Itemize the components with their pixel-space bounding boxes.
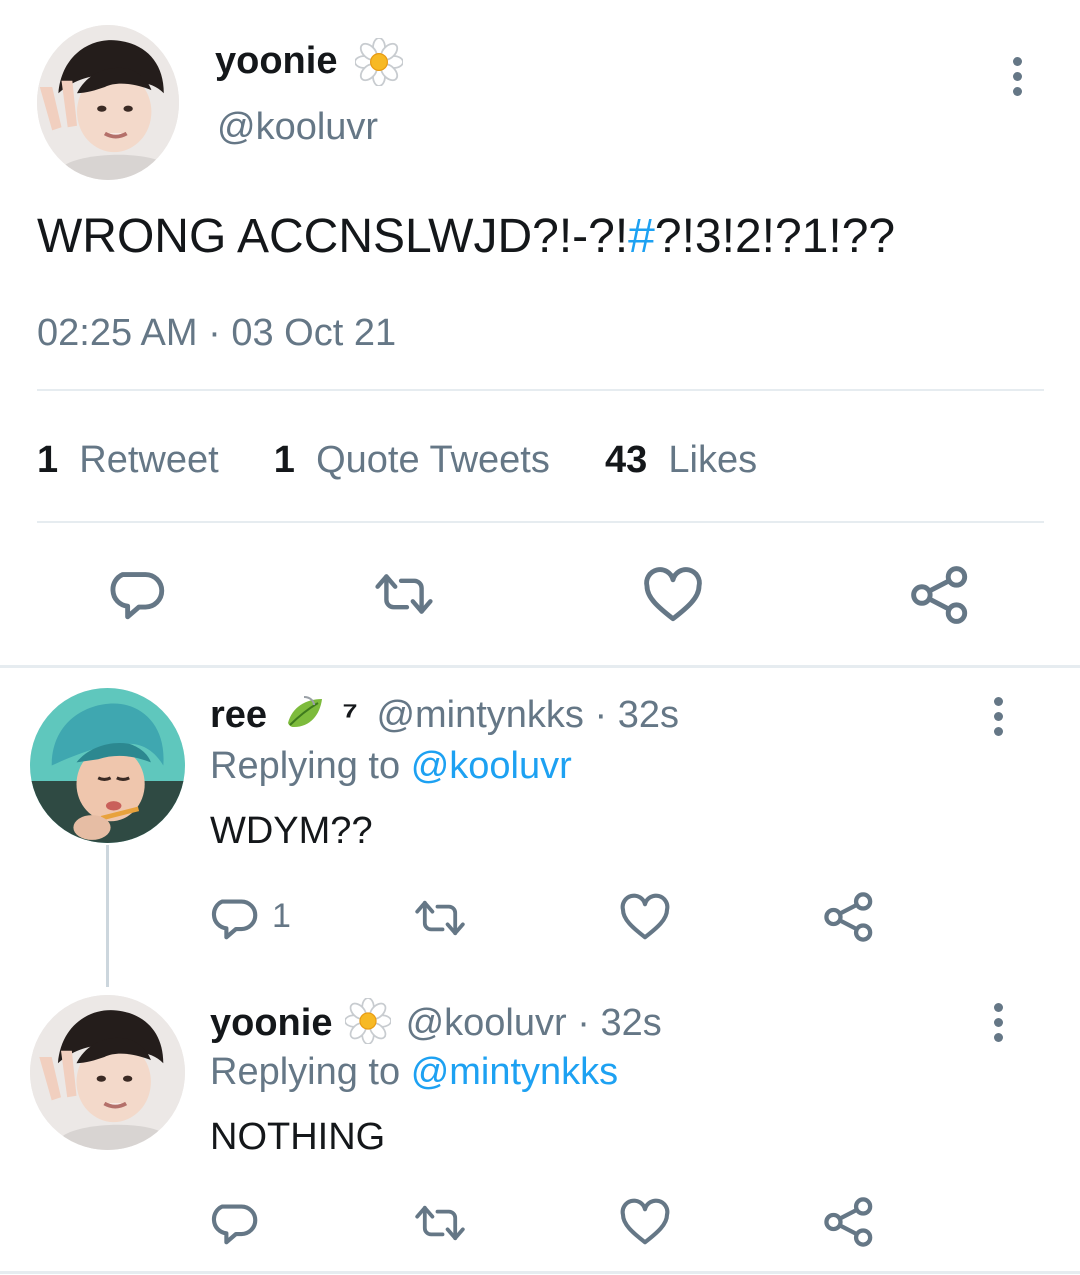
- likes-count: 43: [604, 439, 648, 481]
- retweet-count: 1: [37, 439, 59, 481]
- display-name-text: yoonie: [215, 40, 338, 82]
- reply-text: WDYM??: [210, 810, 373, 852]
- reply-avatar[interactable]: [30, 995, 185, 1150]
- quote-count: 1: [273, 439, 295, 481]
- heart-icon[interactable]: [621, 896, 669, 940]
- reply-badge: ⁷: [342, 694, 358, 736]
- quote-stat[interactable]: 1 Quote Tweets: [274, 439, 550, 481]
- more-vertical-icon[interactable]: [1007, 57, 1027, 96]
- section-divider: [0, 665, 1080, 668]
- section-divider: [0, 1271, 1080, 1274]
- leaf-emoji-icon: [287, 696, 322, 727]
- heart-icon[interactable]: [621, 1201, 669, 1245]
- retweet-stat[interactable]: 1 Retweet: [37, 439, 219, 481]
- reply-count: 1: [272, 897, 291, 935]
- retweet-icon[interactable]: [372, 572, 436, 616]
- reply-icon[interactable]: [214, 896, 258, 940]
- hashtag-link[interactable]: #: [628, 210, 655, 263]
- date-separator: ·: [197, 312, 232, 354]
- replying-to-link[interactable]: @mintynkks: [411, 1051, 619, 1093]
- author-avatar[interactable]: [37, 25, 179, 180]
- replying-label: Replying to: [210, 1051, 401, 1093]
- replying-to-line: Replying to @kooluvr: [210, 743, 572, 789]
- share-icon[interactable]: [825, 1198, 873, 1246]
- share-icon[interactable]: [825, 893, 873, 941]
- divider: [37, 389, 1044, 391]
- retweet-icon[interactable]: [413, 1204, 467, 1242]
- daisy-emoji-icon: [355, 38, 403, 86]
- author-display-name[interactable]: yoonie: [215, 38, 337, 84]
- replying-to-link[interactable]: @kooluvr: [411, 745, 572, 787]
- reply-text: NOTHING: [210, 1116, 386, 1158]
- reply-icon[interactable]: [214, 1201, 258, 1245]
- more-vertical-icon[interactable]: [988, 1003, 1008, 1042]
- tweet-date: 03 Oct 21: [231, 312, 397, 354]
- time-separator: ·: [583, 694, 618, 736]
- reply-time[interactable]: 32s: [600, 1002, 661, 1044]
- reply-header: ree ⁷ @mintynkks · 32s: [210, 692, 679, 738]
- retweet-icon[interactable]: [413, 899, 467, 937]
- tweet-time: 02:25 AM: [37, 312, 198, 354]
- retweet-label: Retweet: [79, 439, 219, 481]
- more-vertical-icon[interactable]: [988, 697, 1008, 736]
- author-handle[interactable]: @kooluvr: [217, 104, 378, 150]
- reply-avatar[interactable]: [30, 688, 185, 843]
- share-icon[interactable]: [912, 567, 968, 623]
- replying-to-line: Replying to @mintynkks: [210, 1049, 618, 1095]
- tweet-text-part: WRONG ACCNSLWJD?!-?!: [37, 210, 629, 263]
- daisy-emoji-icon: [344, 997, 392, 1045]
- reply-time[interactable]: 32s: [618, 694, 679, 736]
- likes-label: Likes: [668, 439, 758, 481]
- reply-display-name[interactable]: yoonie: [210, 1002, 332, 1044]
- tweet-timestamp[interactable]: 02:25 AM · 03 Oct 21: [37, 310, 396, 356]
- thread-line: [106, 845, 109, 987]
- likes-stat[interactable]: 43 Likes: [605, 439, 757, 481]
- reply-header: yoonie @kooluvr · 32s: [210, 997, 662, 1046]
- time-separator: ·: [566, 1002, 601, 1044]
- reply-display-name[interactable]: ree: [210, 694, 267, 736]
- reply-handle[interactable]: @kooluvr: [406, 1002, 567, 1044]
- tweet-text-part: ?!3!2!?1!??: [654, 210, 896, 263]
- heart-icon[interactable]: [644, 570, 702, 622]
- divider: [37, 521, 1044, 523]
- reply-icon[interactable]: [113, 568, 165, 620]
- quote-label: Quote Tweets: [316, 439, 550, 481]
- tweet-text: WRONG ACCNSLWJD?!-?!#?!3!2!?1!??: [37, 207, 895, 267]
- engagement-stats: 1 Retweet 1 Quote Tweets 43 Likes: [37, 437, 757, 483]
- replying-label: Replying to: [210, 745, 401, 787]
- reply-handle[interactable]: @mintynkks: [376, 694, 584, 736]
